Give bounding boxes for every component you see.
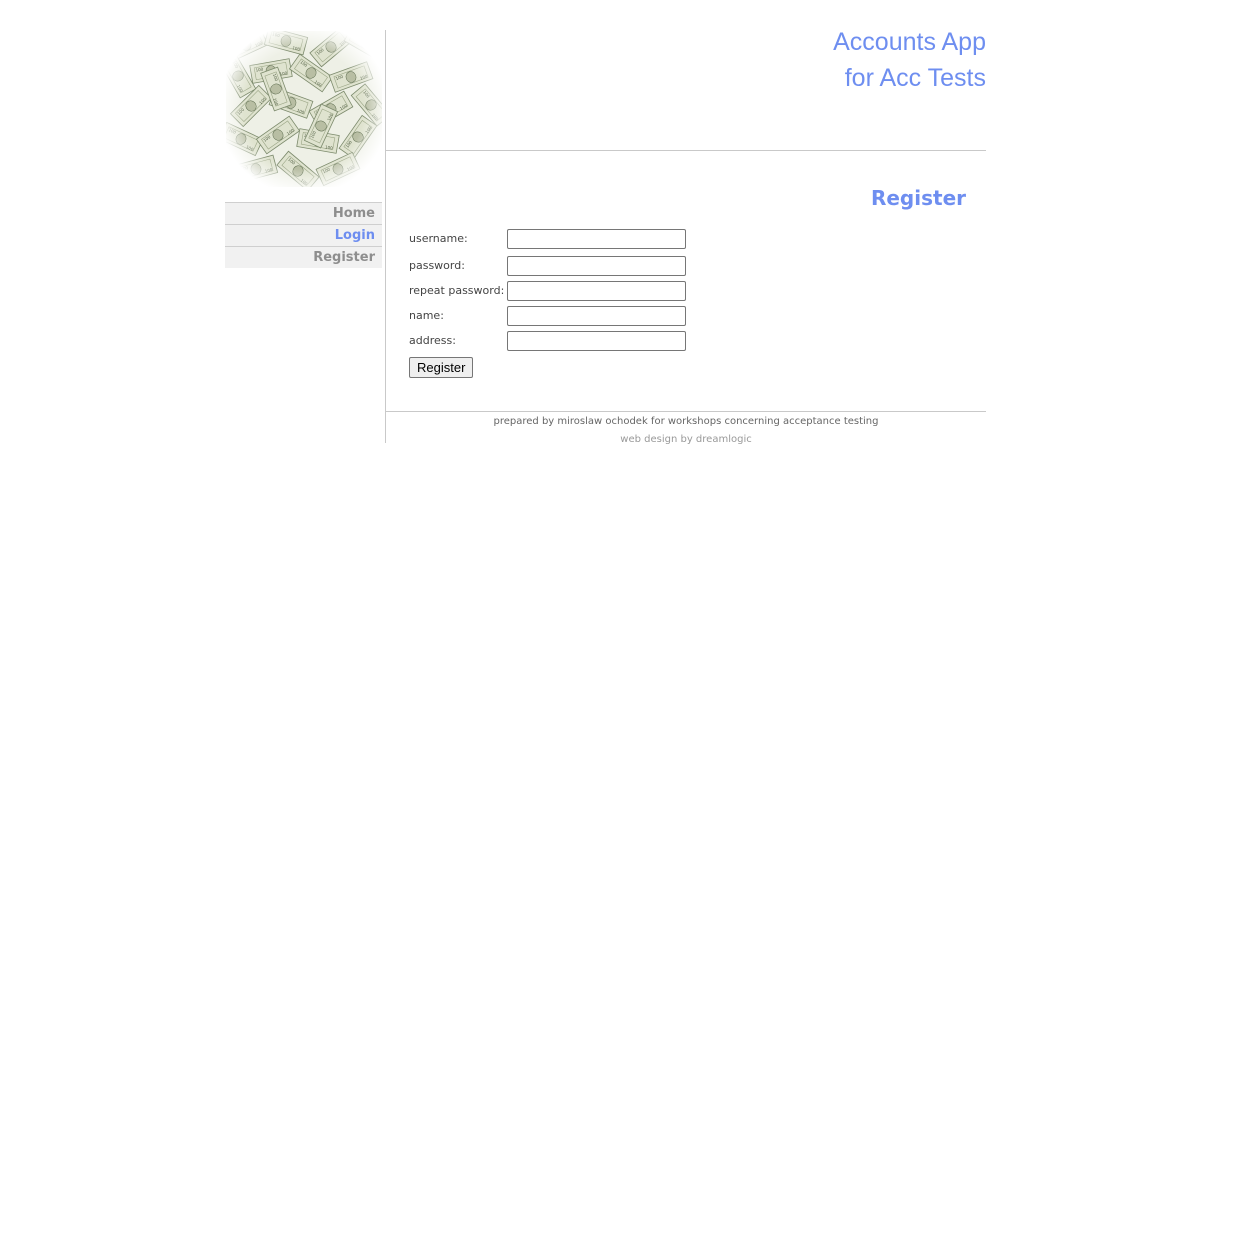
repeat-password-label: repeat password: xyxy=(409,284,505,297)
sidebar-item-label: Login xyxy=(334,228,375,243)
username-row: username: xyxy=(409,229,709,251)
register-button[interactable]: Register xyxy=(409,357,474,378)
page-title: Register xyxy=(870,186,966,210)
app-title-line2: for Acc Tests xyxy=(844,64,986,92)
address-field[interactable] xyxy=(507,331,686,351)
password-label: password: xyxy=(409,259,465,272)
left-column: 100 100 xyxy=(225,30,385,443)
sidebar-item-home[interactable]: Home xyxy=(225,202,382,224)
page-header: Accounts App for Acc Tests xyxy=(386,28,986,151)
address-label: address: xyxy=(409,334,456,347)
sidebar-nav: Home Login Register xyxy=(225,202,382,268)
name-row: name: xyxy=(409,306,709,328)
footer-design-credit: web design by dreamlogic xyxy=(620,434,752,445)
repeat-password-row: repeat password: xyxy=(409,281,709,303)
sidebar-item-register[interactable]: Register xyxy=(225,246,382,268)
name-label: name: xyxy=(409,309,444,322)
repeat-password-field[interactable] xyxy=(507,281,686,301)
username-field[interactable] xyxy=(507,229,686,249)
sidebar-item-label: Register xyxy=(313,250,375,265)
sidebar-item-label: Home xyxy=(332,206,375,221)
money-bills-image: 100 100 xyxy=(226,31,382,187)
page-container: 100 100 xyxy=(225,28,986,450)
name-field[interactable] xyxy=(507,306,686,326)
password-row: password: xyxy=(409,256,709,278)
app-title-line1: Accounts App xyxy=(833,28,986,56)
app-title: Accounts App for Acc Tests xyxy=(833,24,986,96)
address-row: address: xyxy=(409,331,709,353)
footer-credits: prepared by miroslaw ochodek for worksho… xyxy=(493,416,879,427)
username-label: username: xyxy=(409,232,468,245)
sidebar-item-login[interactable]: Login xyxy=(225,224,382,246)
password-field[interactable] xyxy=(507,256,686,276)
page-footer: prepared by miroslaw ochodek for worksho… xyxy=(386,411,986,446)
